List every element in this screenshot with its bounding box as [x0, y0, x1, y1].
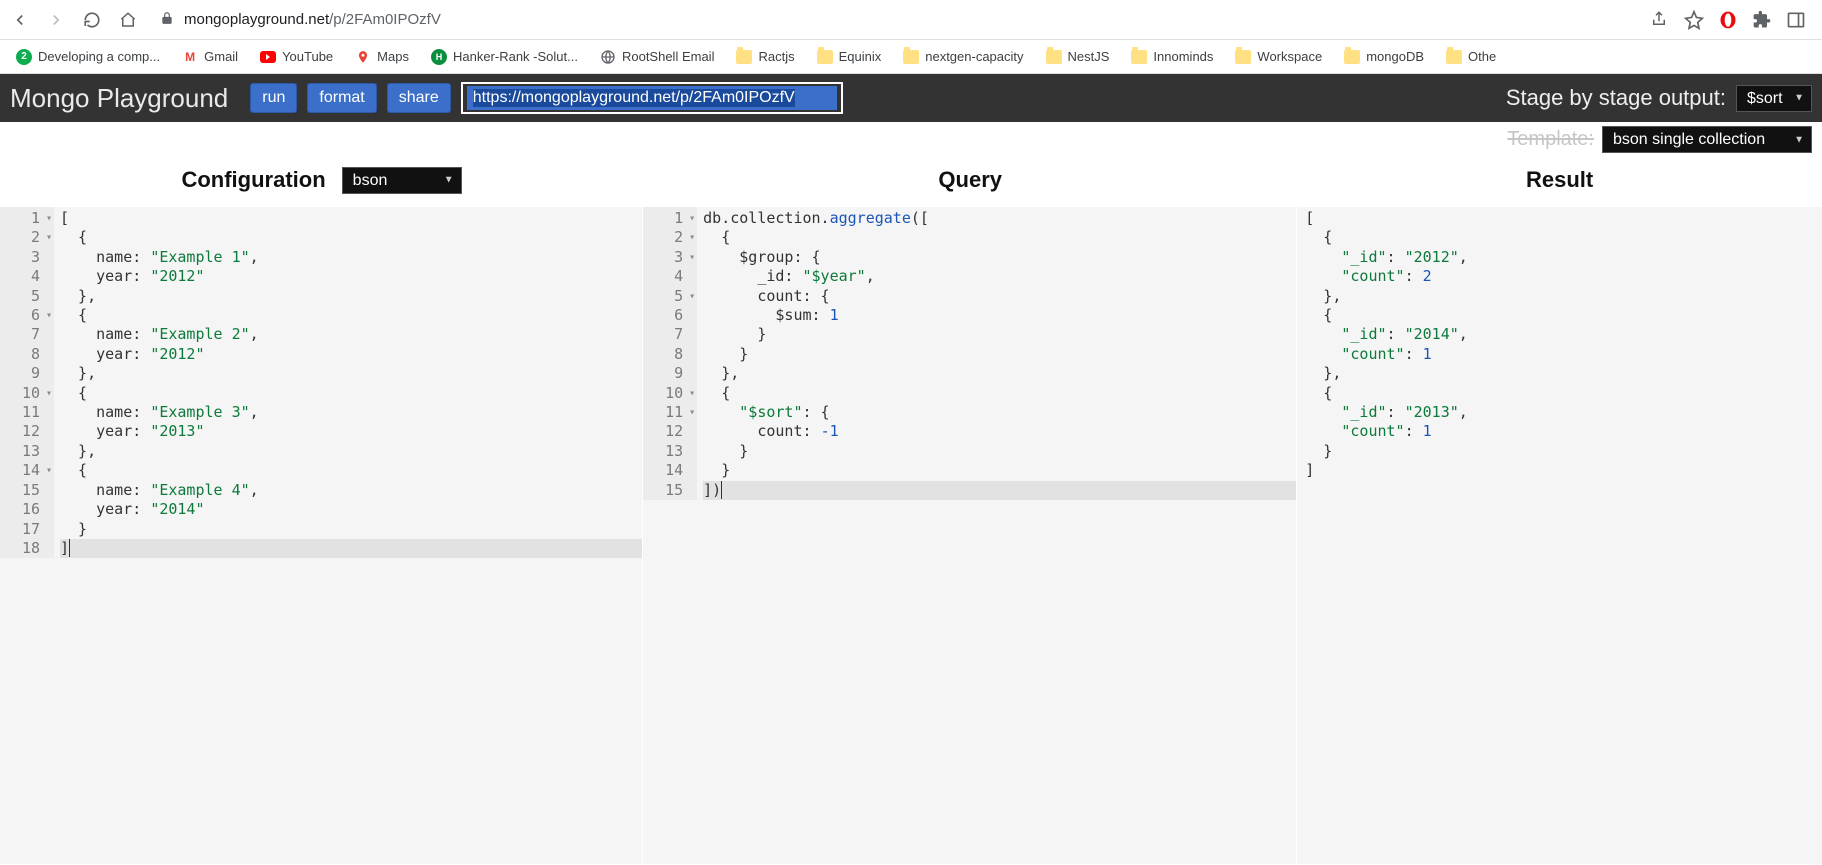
bookmark-favicon-icon — [260, 49, 276, 65]
bookmark-item[interactable]: Maps — [347, 45, 417, 69]
app-title: Mongo Playground — [10, 83, 228, 114]
app-bar: Mongo Playground run format share Stage … — [0, 74, 1822, 122]
bookmark-item[interactable]: YouTube — [252, 45, 341, 69]
bookmark-item[interactable]: mongoDB — [1336, 45, 1432, 69]
bookmark-favicon-icon: 2 — [16, 49, 32, 65]
bookmark-label: Ractjs — [758, 49, 794, 64]
bookmark-favicon-icon — [1046, 49, 1062, 65]
reload-button[interactable] — [80, 8, 104, 32]
bookmark-favicon-icon — [1235, 49, 1251, 65]
share-button[interactable]: share — [387, 83, 451, 113]
config-mode-select[interactable]: bson — [342, 167, 462, 194]
bookmark-item[interactable]: 2 Developing a comp... — [8, 45, 168, 69]
bookmark-item[interactable]: NestJS — [1038, 45, 1118, 69]
bookmark-item[interactable]: nextgen-capacity — [895, 45, 1031, 69]
share-url-wrap — [461, 82, 843, 114]
bookmark-favicon-icon: H — [431, 49, 447, 65]
bookmark-label: RootShell Email — [622, 49, 715, 64]
browser-toolbar: mongoplayground.net/p/2FAm0IPOzfV — [0, 0, 1822, 40]
url-bar[interactable]: mongoplayground.net/p/2FAm0IPOzfV — [152, 11, 1638, 28]
result-panel: [ { "_id": "2012", "count": 2 }, { "_id"… — [1297, 207, 1822, 864]
bookmark-favicon-icon — [817, 49, 833, 65]
bookmark-label: YouTube — [282, 49, 333, 64]
back-button[interactable] — [8, 8, 32, 32]
result-title: Result — [1526, 167, 1593, 193]
bookmark-item[interactable]: Ractjs — [728, 45, 802, 69]
bookmark-favicon-icon — [1131, 49, 1147, 65]
opera-icon[interactable] — [1718, 10, 1738, 30]
share-url-input[interactable] — [467, 86, 837, 110]
bookmark-label: nextgen-capacity — [925, 49, 1023, 64]
run-button[interactable]: run — [250, 83, 297, 113]
bookmark-favicon-icon — [355, 49, 371, 65]
bookmark-label: NestJS — [1068, 49, 1110, 64]
share-page-icon[interactable] — [1650, 10, 1670, 30]
bookmark-item[interactable]: Workspace — [1227, 45, 1330, 69]
home-button[interactable] — [116, 8, 140, 32]
star-icon[interactable] — [1684, 10, 1704, 30]
sidepanel-icon[interactable] — [1786, 10, 1806, 30]
bookmark-label: Othe — [1468, 49, 1496, 64]
bookmark-item[interactable]: Othe — [1438, 45, 1504, 69]
bookmark-favicon-icon — [600, 49, 616, 65]
bookmarks-bar: 2 Developing a comp... M Gmail YouTube Maps HH… — [0, 40, 1822, 74]
stage-output-label: Stage by stage output: — [1506, 85, 1726, 111]
template-row: Template: bson single collection — [0, 122, 1822, 153]
query-panel[interactable]: 123456789101112131415 db.collection.aggr… — [643, 207, 1297, 864]
template-label: Template: — [1507, 128, 1594, 151]
stage-select[interactable]: $sort — [1736, 85, 1812, 112]
result-output: [ { "_id": "2012", "count": 2 }, { "_id"… — [1297, 207, 1822, 481]
config-title: Configuration — [181, 167, 325, 193]
bookmark-label: Developing a comp... — [38, 49, 160, 64]
bookmark-item[interactable]: Equinix — [809, 45, 890, 69]
forward-button[interactable] — [44, 8, 68, 32]
lock-icon — [160, 11, 174, 28]
bookmark-favicon-icon — [1344, 49, 1360, 65]
bookmark-label: Maps — [377, 49, 409, 64]
bookmark-label: Workspace — [1257, 49, 1322, 64]
query-title: Query — [938, 167, 1002, 193]
template-select[interactable]: bson single collection — [1602, 126, 1812, 153]
config-editor[interactable]: [ { name: "Example 1", year: "2012" }, {… — [54, 207, 642, 558]
panel-headers: Configuration bson Query Result — [0, 153, 1822, 207]
bookmark-label: Hanker-Rank -Solut... — [453, 49, 578, 64]
query-editor[interactable]: db.collection.aggregate([ { $group: { _i… — [697, 207, 1296, 500]
bookmark-favicon-icon: M — [182, 49, 198, 65]
bookmark-label: Gmail — [204, 49, 238, 64]
bookmark-item[interactable]: RootShell Email — [592, 45, 723, 69]
bookmark-item[interactable]: Innominds — [1123, 45, 1221, 69]
extensions-icon[interactable] — [1752, 10, 1772, 30]
bookmark-item[interactable]: M Gmail — [174, 45, 246, 69]
config-panel[interactable]: 123456789101112131415161718 [ { name: "E… — [0, 207, 643, 864]
panels: 123456789101112131415161718 [ { name: "E… — [0, 207, 1822, 864]
bookmark-favicon-icon — [903, 49, 919, 65]
bookmark-label: Equinix — [839, 49, 882, 64]
bookmark-label: mongoDB — [1366, 49, 1424, 64]
bookmark-item[interactable]: H Hanker-Rank -Solut... — [423, 45, 586, 69]
bookmark-label: Innominds — [1153, 49, 1213, 64]
format-button[interactable]: format — [307, 83, 376, 113]
url-text: mongoplayground.net/p/2FAm0IPOzfV — [184, 11, 441, 28]
bookmark-favicon-icon — [736, 49, 752, 65]
bookmark-favicon-icon — [1446, 49, 1462, 65]
